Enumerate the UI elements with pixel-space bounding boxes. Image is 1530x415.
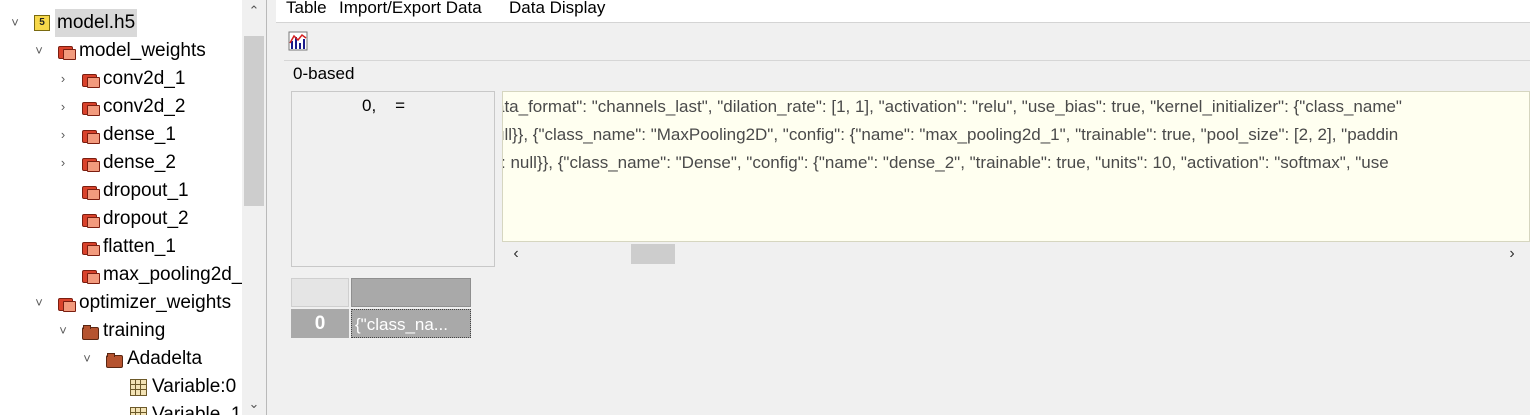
menu-table[interactable]: Table [286, 0, 327, 19]
table-corner [291, 278, 349, 307]
tree-item-label: dense_2 [103, 152, 176, 173]
horizontal-scroll-thumb[interactable] [631, 244, 675, 264]
tree-item-label: Variable_1 [152, 404, 242, 415]
group-icon [82, 127, 100, 144]
tree-item[interactable]: ˅ optimizer_weights [32, 289, 231, 317]
index-selector: 0, = [291, 91, 495, 267]
content-line: ": null}}, {"class_name": "Dense", "conf… [502, 153, 1389, 172]
chevron-down-icon[interactable]: ˅ [32, 37, 46, 65]
toolbar [276, 23, 1530, 59]
tree-item[interactable]: ›Variable:0 [104, 373, 236, 401]
menu-data-display[interactable]: Data Display [509, 0, 605, 19]
tree-item[interactable]: ›flatten_1 [56, 233, 176, 261]
menu-import-export[interactable]: Import/Export Data [339, 0, 482, 19]
tree-item-label: flatten_1 [103, 236, 176, 257]
tree-item-label: dropout_1 [103, 180, 189, 201]
chevron-down-icon[interactable]: ˅ [56, 317, 70, 345]
chevron-down-icon[interactable]: ˅ [80, 345, 94, 373]
data-table: 0 {"class_na... [291, 278, 471, 340]
group-icon [82, 239, 100, 256]
tree-item[interactable]: ˅ training [56, 317, 165, 345]
cell-content-view[interactable]: ata_format": "channels_last", "dilation_… [502, 91, 1530, 242]
tree-item[interactable]: ˅ 5 model.h5 [8, 9, 138, 37]
scroll-up-icon[interactable]: ⌃ [242, 0, 266, 22]
tree-item[interactable]: ˅ model_weights [32, 37, 206, 65]
content-line: ata_format": "channels_last", "dilation_… [502, 97, 1402, 116]
group-icon [58, 295, 76, 312]
content-horizontal-scrollbar[interactable]: ‹ › [502, 242, 1528, 266]
group-icon [82, 211, 100, 228]
tree-scroll-thumb[interactable] [244, 36, 264, 206]
chevron-right-icon[interactable]: › [56, 65, 70, 93]
dataset-icon [130, 378, 147, 396]
chevron-down-icon[interactable]: ˅ [32, 289, 46, 317]
group-icon [82, 99, 100, 116]
tree-panel: ˅ 5 model.h5 ˅ model_weights › conv2d_1 › conv2d… [0, 0, 267, 415]
scroll-down-icon[interactable]: ⌄ [242, 393, 266, 415]
dataset-icon [130, 406, 147, 415]
tree-item[interactable]: ›dropout_1 [56, 177, 189, 205]
tree-item[interactable]: ›Variable_1 [104, 401, 241, 415]
column-header[interactable] [351, 278, 471, 307]
folder-icon [82, 323, 99, 340]
content-line: ull}}, {"class_name": "MaxPooling2D", "c… [502, 125, 1399, 144]
group-icon [58, 43, 76, 60]
tree-item[interactable]: ˅ Adadelta [80, 345, 202, 373]
tree-vertical-scrollbar[interactable]: ⌃ ⌄ [242, 0, 266, 415]
tree-item-label: max_pooling2d_ [103, 264, 243, 285]
group-icon [82, 183, 100, 200]
index-label: 0, = [362, 96, 405, 115]
scroll-right-icon[interactable]: › [1502, 242, 1522, 266]
tree-item-label: model_weights [79, 40, 206, 61]
menu-bar: Table Import/Export Data Data Display [276, 0, 1530, 23]
tree-item[interactable]: › dense_2 [56, 149, 176, 177]
row-header[interactable]: 0 [291, 309, 349, 338]
tree-item-label: Variable:0 [152, 376, 237, 397]
tree-item[interactable]: ›max_pooling2d_ [56, 261, 242, 289]
group-icon [82, 267, 100, 284]
tree-item-label: model.h5 [55, 9, 138, 37]
folder-icon [106, 351, 123, 368]
tree-item-label: conv2d_1 [103, 68, 186, 89]
tree-item-label: optimizer_weights [79, 292, 232, 313]
chevron-right-icon[interactable]: › [56, 93, 70, 121]
group-icon [82, 155, 100, 172]
tree-item-label: dense_1 [103, 124, 176, 145]
chevron-down-icon[interactable]: ˅ [8, 9, 22, 37]
tree-item-label: training [103, 320, 166, 341]
tree-item[interactable]: › conv2d_2 [56, 93, 186, 121]
indexing-label: 0-based [293, 64, 355, 83]
tree-item-label: Adadelta [127, 348, 203, 369]
tree-item[interactable]: › dense_1 [56, 121, 176, 149]
tree-item-label: dropout_2 [103, 208, 189, 229]
group-icon [82, 71, 100, 88]
tree-item[interactable]: › conv2d_1 [56, 65, 186, 93]
h5-file-icon: 5 [34, 15, 50, 31]
chevron-right-icon[interactable]: › [56, 149, 70, 177]
separator [284, 60, 1530, 61]
table-cell[interactable]: {"class_na... [351, 309, 471, 338]
tree-item-label: conv2d_2 [103, 96, 186, 117]
scroll-left-icon[interactable]: ‹ [506, 242, 526, 266]
tree-item[interactable]: ›dropout_2 [56, 205, 189, 233]
chevron-right-icon[interactable]: › [56, 121, 70, 149]
line-chart-icon[interactable] [288, 31, 308, 51]
